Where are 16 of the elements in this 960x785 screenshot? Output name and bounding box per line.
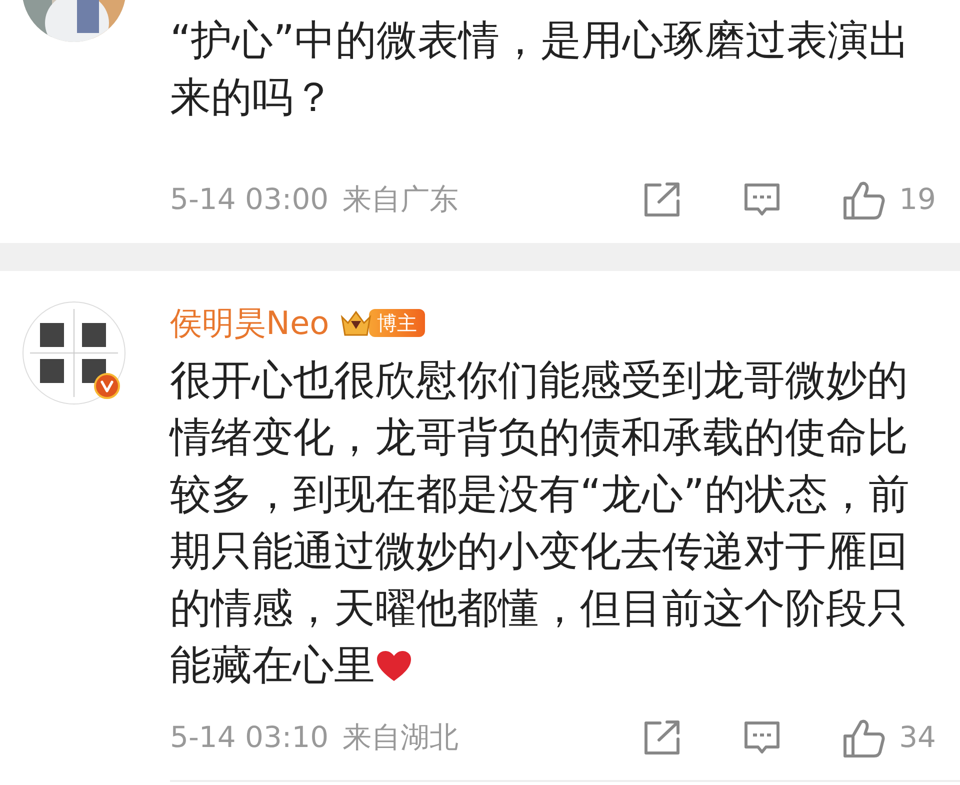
comment-icon[interactable] xyxy=(743,182,782,218)
comment-text: 很开心也很欣慰你们能感受到龙哥微妙的情绪变化，龙哥背负的债和承载的使命比较多，到现在都是没有“龙心”的状态，前期只能通过微妙的小变化去传递对于雁回的情感，天曜他都懂，但目前这个阶段只能藏在心里 xyxy=(170,355,910,691)
like-icon[interactable] xyxy=(843,180,886,220)
like-count: 34 xyxy=(899,719,936,756)
comment-location: 来自广东 xyxy=(342,181,459,218)
share-icon[interactable] xyxy=(643,720,682,756)
comment-icon[interactable] xyxy=(743,720,782,756)
like-icon[interactable] xyxy=(843,718,886,758)
comment-time: 5-14 03:10 xyxy=(170,719,329,756)
comment-time: 5-14 03:00 xyxy=(170,181,329,218)
comment-location: 来自湖北 xyxy=(342,719,459,756)
like-count: 19 xyxy=(899,181,936,218)
share-icon[interactable] xyxy=(643,182,682,218)
blogger-badge: 博主 xyxy=(369,309,426,337)
comment-text: “护心”中的微表情，是用心琢磨过表演出来的吗？ xyxy=(170,15,910,123)
username[interactable]: 侯明昊Neo xyxy=(170,307,330,339)
